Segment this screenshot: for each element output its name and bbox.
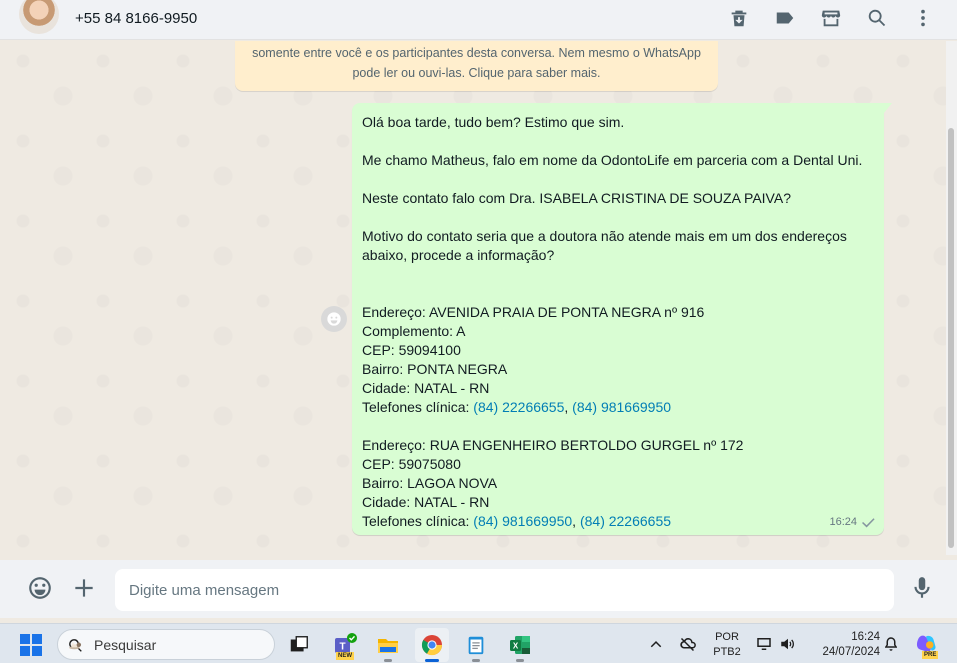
start-button[interactable]	[20, 634, 42, 656]
phone-link[interactable]: (84) 22266655	[580, 513, 671, 529]
windows-taskbar: Pesquisar T NEW X POR PTB2 16:24 24/07/2…	[0, 623, 957, 663]
phone-link[interactable]: (84) 981669950	[473, 513, 572, 529]
keyboard-layout: PTB2	[713, 646, 741, 658]
chevron-up-icon	[650, 641, 662, 648]
taskbar-search[interactable]: Pesquisar	[57, 629, 275, 660]
menu-icon[interactable]	[911, 6, 935, 30]
task-view-app[interactable]	[282, 628, 316, 662]
notepad-icon	[468, 636, 484, 655]
message-intro: Me chamo Matheus, falo em nome da Odonto…	[362, 152, 863, 168]
address1-complement: Complemento: A	[362, 323, 466, 339]
delete-icon[interactable]	[727, 6, 751, 30]
notifications-button[interactable]	[881, 624, 901, 663]
folder-icon	[378, 639, 398, 653]
voice-button[interactable]	[908, 574, 936, 602]
svg-text:X: X	[513, 642, 519, 651]
plus-icon	[75, 579, 93, 597]
emoji-icon	[29, 577, 51, 599]
excel-icon: X	[510, 636, 530, 654]
system-clock[interactable]: 16:24 24/07/2024	[806, 630, 880, 660]
phone-link[interactable]: (84) 981669950	[572, 399, 671, 415]
phones-label: Telefones clínica:	[362, 513, 474, 529]
notepad-app[interactable]	[459, 628, 493, 662]
phone-link[interactable]: (84) 22266655	[473, 399, 564, 415]
message-input[interactable]	[115, 569, 894, 611]
address2-bairro: Bairro: LAGOA NOVA	[362, 475, 498, 491]
message-motive-1: Motivo do contato seria que a doutora nã…	[362, 228, 847, 244]
message-greeting: Olá boa tarde, tudo bem? Estimo que sim.	[362, 114, 625, 130]
tray-overflow-button[interactable]	[647, 624, 665, 663]
address1-phones: Telefones clínica: (84) 22266655, (84) 9…	[362, 398, 874, 417]
address2-phones: Telefones clínica: (84) 981669950, (84) …	[362, 512, 874, 531]
address1-cidade: Cidade: NATAL - RN	[362, 380, 490, 396]
chat-scrollbar[interactable]	[946, 41, 957, 555]
address2-cidade: Cidade: NATAL - RN	[362, 494, 490, 510]
network-tray-icon[interactable]	[754, 624, 774, 663]
encryption-line-2: pode ler ou ouvi-las. Clique para saber …	[352, 66, 601, 80]
onedrive-tray-icon[interactable]	[678, 624, 698, 663]
contact-name[interactable]: +55 84 8166-9950	[75, 10, 197, 27]
label-icon[interactable]	[773, 6, 797, 30]
microphone-icon	[914, 577, 930, 598]
phones-label: Telefones clínica:	[362, 399, 474, 415]
emoji-button[interactable]	[26, 574, 54, 602]
outgoing-message[interactable]: Olá boa tarde, tudo bem? Estimo que sim.…	[352, 103, 892, 535]
address1-street: Endereço: AVENIDA PRAIA DE PONTA NEGRA n…	[362, 304, 705, 320]
running-indicator	[384, 659, 392, 662]
attach-button[interactable]	[70, 574, 98, 602]
chrome-app[interactable]	[415, 628, 449, 662]
file-explorer-app[interactable]	[371, 628, 405, 662]
language-code: POR	[715, 631, 739, 643]
chat-header: +55 84 8166-9950	[0, 0, 957, 40]
clock-date: 24/07/2024	[822, 646, 880, 658]
speaker-icon	[781, 638, 794, 650]
search-label: Pesquisar	[94, 637, 157, 653]
message-motive-2: abaixo, procede a informação?	[362, 247, 555, 263]
header-actions	[727, 6, 935, 30]
scroll-thumb[interactable]	[948, 128, 954, 548]
message-time: 16:24	[829, 516, 857, 528]
contact-avatar[interactable]	[19, 0, 59, 34]
clock-time: 16:24	[851, 631, 880, 643]
phone-separator: ,	[564, 399, 573, 415]
encryption-line-1: somente entre você e os participantes de…	[252, 46, 701, 60]
windows-logo-icon	[20, 634, 30, 644]
search-icon[interactable]	[865, 6, 889, 30]
sent-check-icon	[862, 518, 875, 528]
message-meta: 16:24	[829, 513, 875, 532]
address1-cep: CEP: 59094100	[362, 342, 461, 358]
store-icon[interactable]	[819, 6, 843, 30]
copilot-preview-badge: PRE	[922, 651, 939, 659]
address2-cep: CEP: 59075080	[362, 456, 461, 472]
search-highlight-icon	[69, 642, 82, 650]
message-composer	[0, 560, 957, 618]
copilot-button[interactable]: PRE	[912, 624, 940, 663]
monitor-icon	[757, 638, 771, 650]
cloud-off-icon	[680, 637, 696, 652]
chat-area[interactable]: somente entre você e os participantes de…	[3, 41, 946, 555]
volume-tray-icon[interactable]	[778, 624, 798, 663]
excel-app[interactable]: X	[503, 628, 537, 662]
phone-separator: ,	[572, 513, 580, 529]
address2-street: Endereço: RUA ENGENHEIRO BERTOLDO GURGEL…	[362, 437, 744, 453]
active-indicator	[425, 659, 439, 662]
emoji-icon	[327, 312, 341, 326]
running-indicator	[516, 659, 524, 662]
svg-text:T: T	[339, 642, 345, 653]
bell-icon	[885, 637, 897, 651]
running-indicator	[472, 659, 480, 662]
message-question: Neste contato falo com Dra. ISABELA CRIS…	[362, 190, 791, 206]
teams-app[interactable]: T NEW	[327, 628, 361, 662]
teams-new-badge: NEW	[336, 652, 354, 660]
input-language-indicator[interactable]: POR PTB2	[706, 630, 748, 660]
address1-bairro: Bairro: PONTA NEGRA	[362, 361, 508, 377]
task-view-icon	[290, 636, 308, 652]
encryption-notice[interactable]: somente entre você e os participantes de…	[235, 41, 718, 91]
react-button[interactable]	[321, 306, 347, 332]
chrome-icon	[421, 635, 443, 656]
